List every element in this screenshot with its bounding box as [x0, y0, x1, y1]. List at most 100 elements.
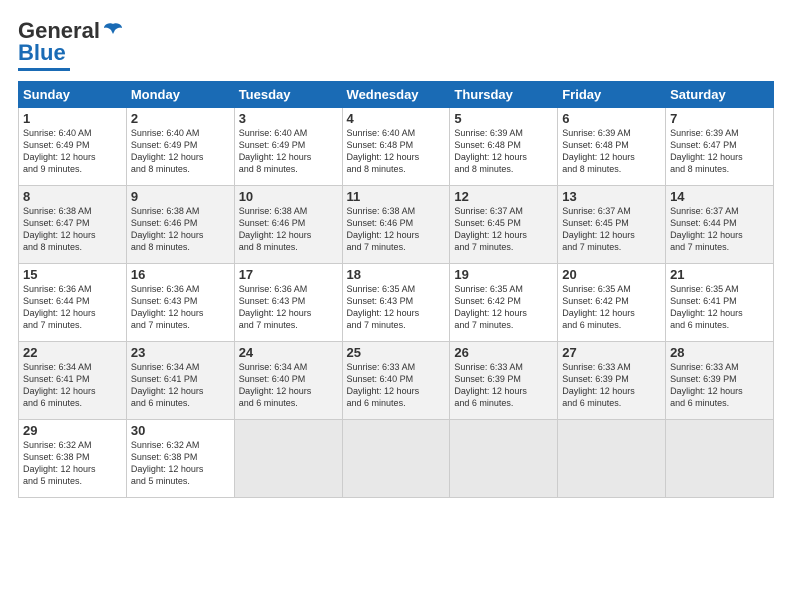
calendar-cell: 8Sunrise: 6:38 AMSunset: 6:47 PMDaylight… — [19, 186, 127, 264]
day-number: 12 — [454, 189, 553, 204]
calendar-cell: 16Sunrise: 6:36 AMSunset: 6:43 PMDayligh… — [126, 264, 234, 342]
day-number: 5 — [454, 111, 553, 126]
calendar-cell: 15Sunrise: 6:36 AMSunset: 6:44 PMDayligh… — [19, 264, 127, 342]
cell-content: Sunrise: 6:39 AMSunset: 6:48 PMDaylight:… — [562, 127, 661, 176]
cell-content: Sunrise: 6:38 AMSunset: 6:47 PMDaylight:… — [23, 205, 122, 254]
calendar-cell: 13Sunrise: 6:37 AMSunset: 6:45 PMDayligh… — [558, 186, 666, 264]
calendar-cell: 21Sunrise: 6:35 AMSunset: 6:41 PMDayligh… — [666, 264, 774, 342]
calendar-cell: 14Sunrise: 6:37 AMSunset: 6:44 PMDayligh… — [666, 186, 774, 264]
day-number: 14 — [670, 189, 769, 204]
cell-content: Sunrise: 6:36 AMSunset: 6:43 PMDaylight:… — [239, 283, 338, 332]
cell-content: Sunrise: 6:36 AMSunset: 6:44 PMDaylight:… — [23, 283, 122, 332]
day-number: 17 — [239, 267, 338, 282]
calendar-cell: 2Sunrise: 6:40 AMSunset: 6:49 PMDaylight… — [126, 108, 234, 186]
day-number: 19 — [454, 267, 553, 282]
calendar-cell: 6Sunrise: 6:39 AMSunset: 6:48 PMDaylight… — [558, 108, 666, 186]
day-number: 30 — [131, 423, 230, 438]
day-number: 8 — [23, 189, 122, 204]
logo-bird-icon — [102, 20, 124, 42]
day-number: 24 — [239, 345, 338, 360]
cell-content: Sunrise: 6:40 AMSunset: 6:49 PMDaylight:… — [131, 127, 230, 176]
calendar-cell: 24Sunrise: 6:34 AMSunset: 6:40 PMDayligh… — [234, 342, 342, 420]
calendar-cell: 23Sunrise: 6:34 AMSunset: 6:41 PMDayligh… — [126, 342, 234, 420]
calendar-cell: 3Sunrise: 6:40 AMSunset: 6:49 PMDaylight… — [234, 108, 342, 186]
calendar-cell: 30Sunrise: 6:32 AMSunset: 6:38 PMDayligh… — [126, 420, 234, 498]
day-number: 7 — [670, 111, 769, 126]
calendar-cell: 10Sunrise: 6:38 AMSunset: 6:46 PMDayligh… — [234, 186, 342, 264]
day-number: 3 — [239, 111, 338, 126]
cell-content: Sunrise: 6:40 AMSunset: 6:48 PMDaylight:… — [347, 127, 446, 176]
week-row-2: 8Sunrise: 6:38 AMSunset: 6:47 PMDaylight… — [19, 186, 774, 264]
cell-content: Sunrise: 6:33 AMSunset: 6:40 PMDaylight:… — [347, 361, 446, 410]
calendar-cell: 11Sunrise: 6:38 AMSunset: 6:46 PMDayligh… — [342, 186, 450, 264]
page: General Blue SundayMondayTuesdayWednesda… — [0, 0, 792, 612]
calendar-cell: 22Sunrise: 6:34 AMSunset: 6:41 PMDayligh… — [19, 342, 127, 420]
day-number: 11 — [347, 189, 446, 204]
day-number: 15 — [23, 267, 122, 282]
col-header-tuesday: Tuesday — [234, 82, 342, 108]
calendar-table: SundayMondayTuesdayWednesdayThursdayFrid… — [18, 81, 774, 498]
calendar-cell: 12Sunrise: 6:37 AMSunset: 6:45 PMDayligh… — [450, 186, 558, 264]
cell-content: Sunrise: 6:38 AMSunset: 6:46 PMDaylight:… — [347, 205, 446, 254]
cell-content: Sunrise: 6:37 AMSunset: 6:45 PMDaylight:… — [454, 205, 553, 254]
day-number: 22 — [23, 345, 122, 360]
calendar-cell: 7Sunrise: 6:39 AMSunset: 6:47 PMDaylight… — [666, 108, 774, 186]
day-number: 4 — [347, 111, 446, 126]
day-number: 16 — [131, 267, 230, 282]
calendar-cell: 20Sunrise: 6:35 AMSunset: 6:42 PMDayligh… — [558, 264, 666, 342]
cell-content: Sunrise: 6:38 AMSunset: 6:46 PMDaylight:… — [239, 205, 338, 254]
cell-content: Sunrise: 6:40 AMSunset: 6:49 PMDaylight:… — [239, 127, 338, 176]
logo: General Blue — [18, 18, 124, 71]
calendar-cell: 26Sunrise: 6:33 AMSunset: 6:39 PMDayligh… — [450, 342, 558, 420]
calendar-cell: 1Sunrise: 6:40 AMSunset: 6:49 PMDaylight… — [19, 108, 127, 186]
day-number: 18 — [347, 267, 446, 282]
cell-content: Sunrise: 6:40 AMSunset: 6:49 PMDaylight:… — [23, 127, 122, 176]
calendar-cell: 9Sunrise: 6:38 AMSunset: 6:46 PMDaylight… — [126, 186, 234, 264]
col-header-wednesday: Wednesday — [342, 82, 450, 108]
calendar-cell — [234, 420, 342, 498]
cell-content: Sunrise: 6:33 AMSunset: 6:39 PMDaylight:… — [670, 361, 769, 410]
day-number: 23 — [131, 345, 230, 360]
calendar-cell: 28Sunrise: 6:33 AMSunset: 6:39 PMDayligh… — [666, 342, 774, 420]
day-number: 28 — [670, 345, 769, 360]
col-header-monday: Monday — [126, 82, 234, 108]
day-number: 13 — [562, 189, 661, 204]
cell-content: Sunrise: 6:35 AMSunset: 6:42 PMDaylight:… — [562, 283, 661, 332]
cell-content: Sunrise: 6:33 AMSunset: 6:39 PMDaylight:… — [454, 361, 553, 410]
cell-content: Sunrise: 6:32 AMSunset: 6:38 PMDaylight:… — [23, 439, 122, 488]
day-number: 20 — [562, 267, 661, 282]
calendar-cell — [666, 420, 774, 498]
cell-content: Sunrise: 6:37 AMSunset: 6:45 PMDaylight:… — [562, 205, 661, 254]
cell-content: Sunrise: 6:35 AMSunset: 6:41 PMDaylight:… — [670, 283, 769, 332]
day-number: 6 — [562, 111, 661, 126]
calendar-cell: 29Sunrise: 6:32 AMSunset: 6:38 PMDayligh… — [19, 420, 127, 498]
cell-content: Sunrise: 6:35 AMSunset: 6:42 PMDaylight:… — [454, 283, 553, 332]
cell-content: Sunrise: 6:32 AMSunset: 6:38 PMDaylight:… — [131, 439, 230, 488]
cell-content: Sunrise: 6:34 AMSunset: 6:41 PMDaylight:… — [131, 361, 230, 410]
calendar-cell: 4Sunrise: 6:40 AMSunset: 6:48 PMDaylight… — [342, 108, 450, 186]
day-number: 9 — [131, 189, 230, 204]
col-header-thursday: Thursday — [450, 82, 558, 108]
cell-content: Sunrise: 6:36 AMSunset: 6:43 PMDaylight:… — [131, 283, 230, 332]
cell-content: Sunrise: 6:39 AMSunset: 6:48 PMDaylight:… — [454, 127, 553, 176]
week-row-5: 29Sunrise: 6:32 AMSunset: 6:38 PMDayligh… — [19, 420, 774, 498]
col-header-saturday: Saturday — [666, 82, 774, 108]
calendar-cell: 17Sunrise: 6:36 AMSunset: 6:43 PMDayligh… — [234, 264, 342, 342]
day-number: 1 — [23, 111, 122, 126]
calendar-cell: 19Sunrise: 6:35 AMSunset: 6:42 PMDayligh… — [450, 264, 558, 342]
calendar-cell — [558, 420, 666, 498]
logo-underline — [18, 68, 70, 71]
calendar-cell — [450, 420, 558, 498]
day-number: 2 — [131, 111, 230, 126]
logo-blue-text: Blue — [18, 40, 66, 66]
header-row: SundayMondayTuesdayWednesdayThursdayFrid… — [19, 82, 774, 108]
week-row-4: 22Sunrise: 6:34 AMSunset: 6:41 PMDayligh… — [19, 342, 774, 420]
week-row-3: 15Sunrise: 6:36 AMSunset: 6:44 PMDayligh… — [19, 264, 774, 342]
cell-content: Sunrise: 6:34 AMSunset: 6:41 PMDaylight:… — [23, 361, 122, 410]
calendar-cell: 5Sunrise: 6:39 AMSunset: 6:48 PMDaylight… — [450, 108, 558, 186]
day-number: 26 — [454, 345, 553, 360]
cell-content: Sunrise: 6:39 AMSunset: 6:47 PMDaylight:… — [670, 127, 769, 176]
day-number: 21 — [670, 267, 769, 282]
calendar-cell — [342, 420, 450, 498]
cell-content: Sunrise: 6:35 AMSunset: 6:43 PMDaylight:… — [347, 283, 446, 332]
